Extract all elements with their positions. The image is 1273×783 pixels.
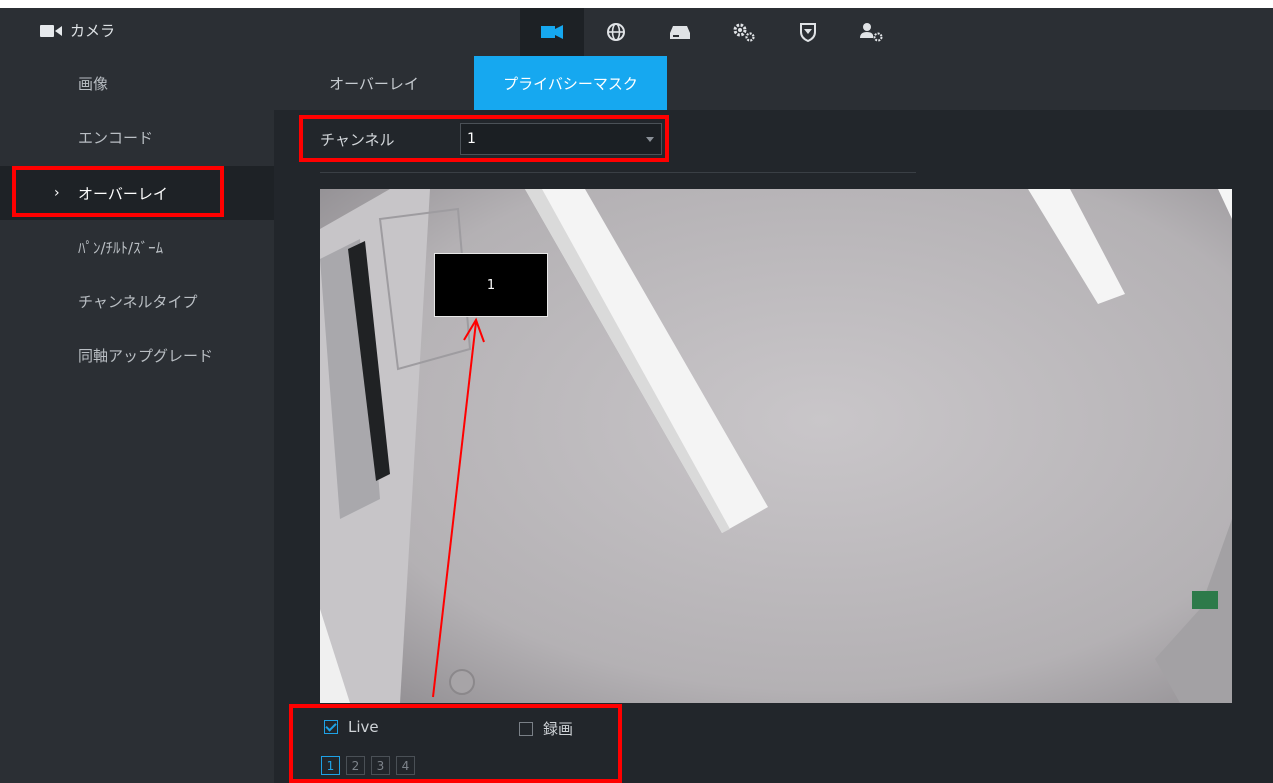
annotation-arrow — [432, 317, 485, 698]
